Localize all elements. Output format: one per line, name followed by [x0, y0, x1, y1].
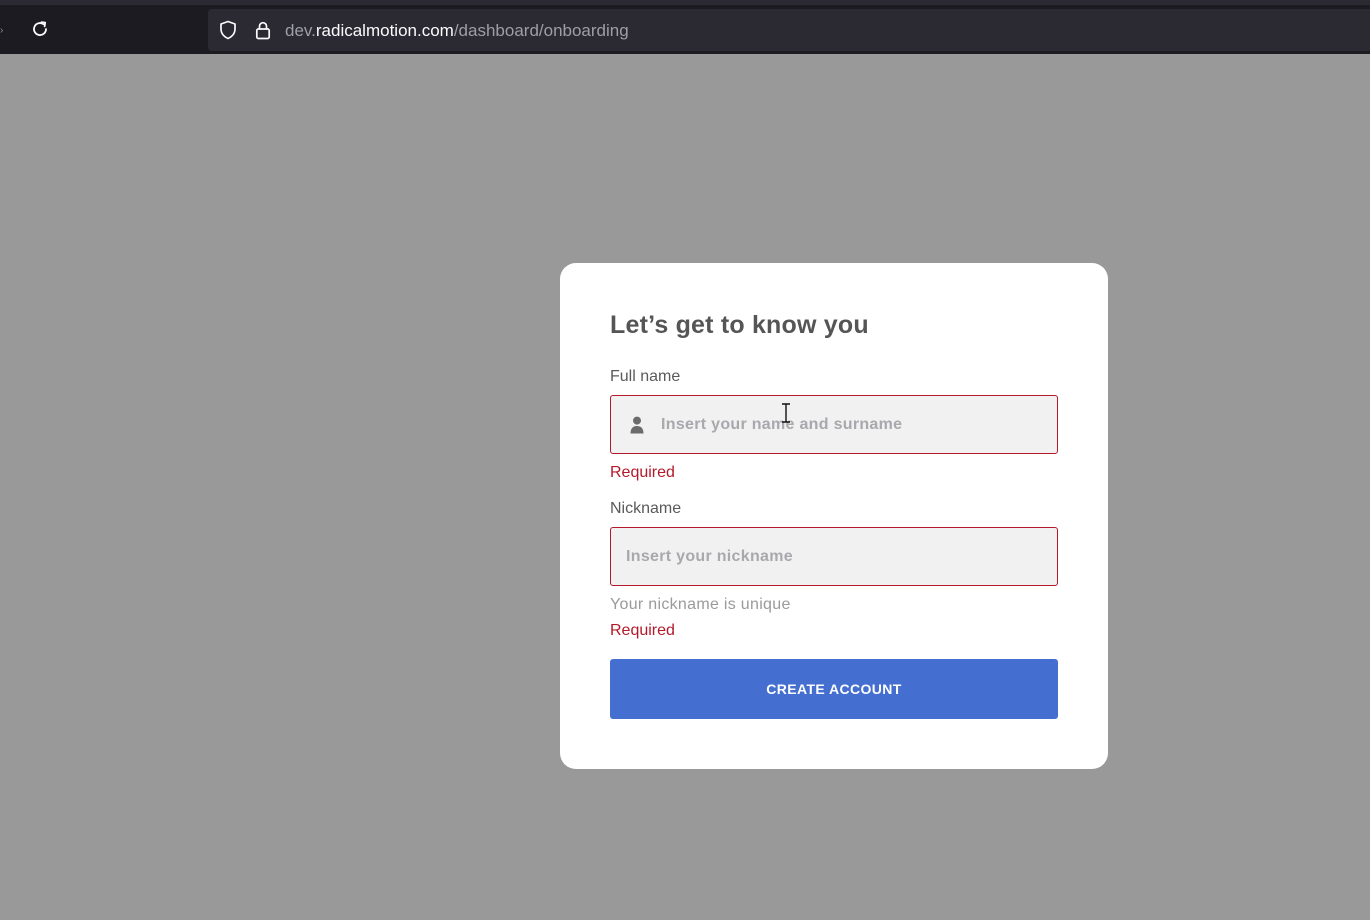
url-prefix: dev. — [285, 21, 316, 40]
shield-icon — [220, 20, 236, 40]
nickname-field[interactable] — [610, 527, 1058, 586]
url-bar[interactable]: dev.radicalmotion.com/dashboard/onboardi… — [208, 9, 1370, 51]
url-text[interactable]: dev.radicalmotion.com/dashboard/onboardi… — [285, 21, 629, 41]
full-name-error: Required — [610, 464, 675, 481]
full-name-input[interactable] — [661, 396, 1045, 453]
nickname-label: Nickname — [610, 500, 682, 517]
full-name-label: Full name — [610, 368, 681, 385]
forward-arrow-icon[interactable]: › — [0, 26, 4, 36]
site-security-button[interactable] — [253, 20, 273, 40]
nickname-hint: Your nickname is unique — [610, 596, 791, 613]
onboarding-card: Let’s get to know you Full name Required… — [560, 263, 1108, 769]
nickname-input[interactable] — [626, 528, 1045, 585]
text-cursor-icon — [782, 403, 790, 423]
reload-icon — [33, 21, 47, 36]
tracking-protection-button[interactable] — [218, 20, 238, 40]
lock-icon — [255, 21, 271, 39]
reload-button[interactable] — [24, 13, 56, 45]
page-title: Let’s get to know you — [610, 311, 869, 339]
url-domain: radicalmotion.com — [315, 21, 454, 40]
person-icon — [628, 416, 646, 434]
create-account-button[interactable]: CREATE ACCOUNT — [610, 659, 1058, 719]
browser-toolbar: › dev.radicalmotion.com/dashboard/onboar… — [0, 0, 1370, 54]
full-name-field[interactable] — [610, 395, 1058, 454]
url-path: /dashboard/onboarding — [453, 21, 629, 40]
nickname-error: Required — [610, 622, 675, 639]
